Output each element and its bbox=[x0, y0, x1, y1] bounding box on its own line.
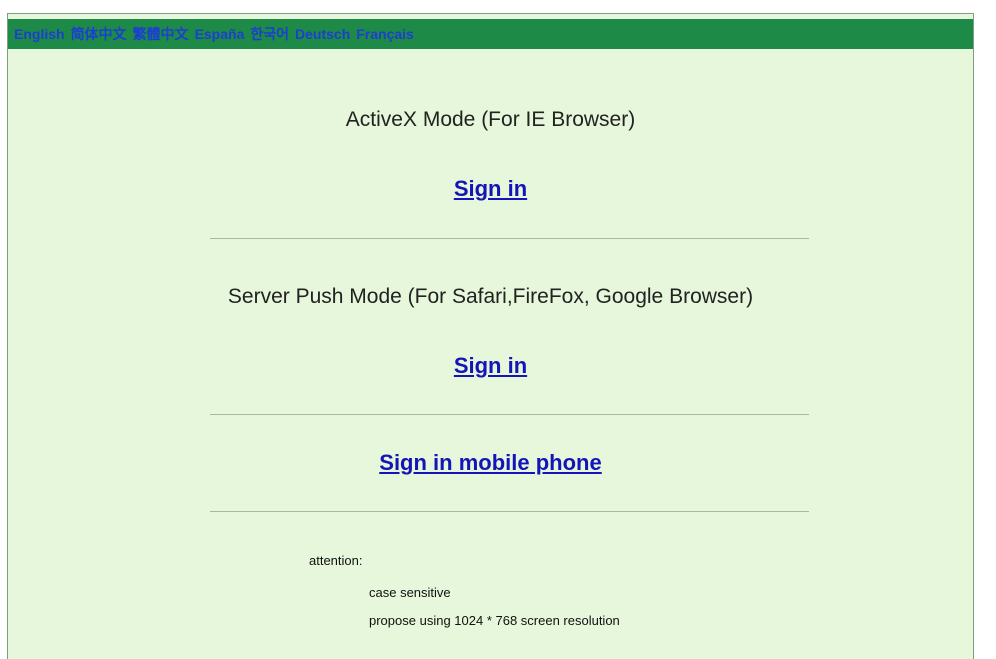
language-bar: English 简体中文 繁體中文 España 한국어 Deutsch Fra… bbox=[8, 19, 973, 49]
mobile-signin-container: Sign in mobile phone bbox=[8, 450, 973, 476]
serverpush-signin-container: Sign in bbox=[8, 353, 973, 379]
section-divider bbox=[210, 238, 809, 239]
language-link-german[interactable]: Deutsch bbox=[295, 26, 350, 42]
activex-mode-title: ActiveX Mode (For IE Browser) bbox=[345, 108, 636, 131]
serverpush-mode-title: Server Push Mode (For Safari,FireFox, Go… bbox=[227, 285, 754, 308]
section-divider bbox=[210, 511, 809, 512]
language-link-traditional-chinese[interactable]: 繁體中文 bbox=[133, 24, 189, 44]
mobile-signin-link[interactable]: Sign in mobile phone bbox=[379, 450, 601, 475]
activex-signin-link[interactable]: Sign in bbox=[454, 176, 527, 201]
language-link-french[interactable]: Français bbox=[356, 26, 414, 42]
language-link-korean[interactable]: 한국어 bbox=[250, 24, 289, 44]
activex-signin-container: Sign in bbox=[8, 176, 973, 202]
language-link-simplified-chinese[interactable]: 简体中文 bbox=[71, 24, 127, 44]
attention-note-case: case sensitive bbox=[369, 585, 451, 600]
language-link-english[interactable]: English bbox=[14, 26, 65, 42]
page-frame: English 简体中文 繁體中文 España 한국어 Deutsch Fra… bbox=[7, 13, 974, 659]
attention-note-resolution: propose using 1024 * 768 screen resoluti… bbox=[369, 613, 620, 628]
serverpush-signin-link[interactable]: Sign in bbox=[454, 353, 527, 378]
language-link-spanish[interactable]: España bbox=[195, 26, 245, 42]
section-divider bbox=[210, 414, 809, 415]
attention-heading: attention: bbox=[309, 553, 363, 568]
